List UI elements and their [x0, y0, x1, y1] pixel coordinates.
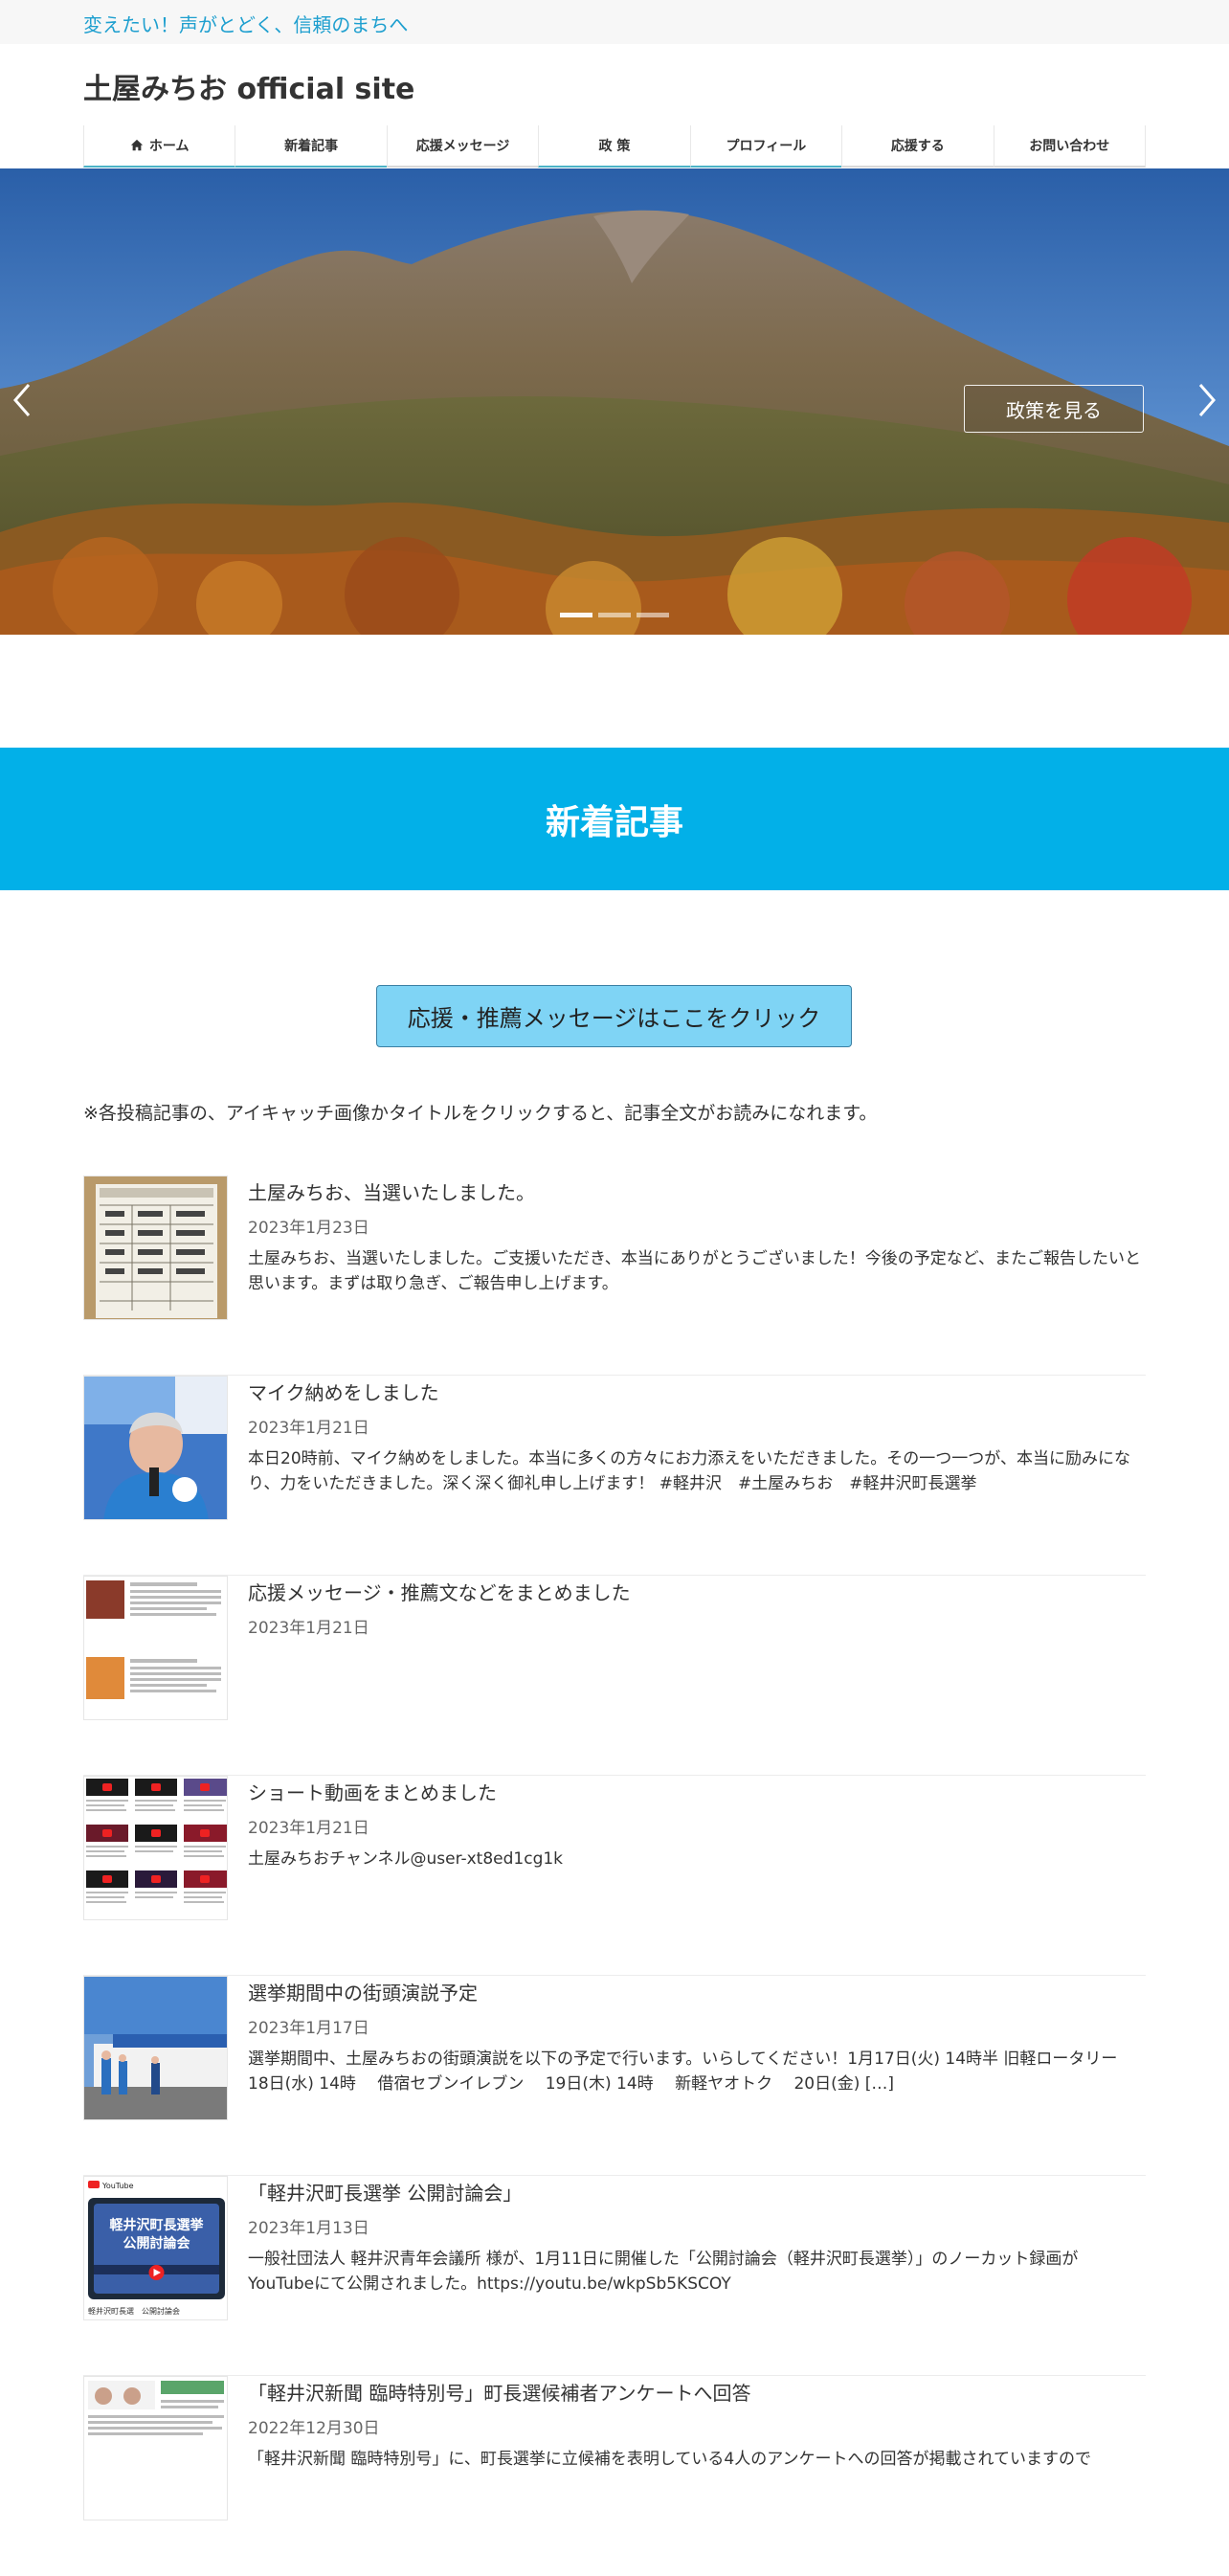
section-banner: 新着記事	[0, 748, 1229, 890]
post-excerpt: 本日20時前、マイク納めをしました。本当に多くの方々にお力添えをいただきました。…	[248, 1449, 1130, 1493]
post-item: YouTube 軽井沢町長選挙 公開討論会 軽井沢町長選 公開討論会 「軽井沢町…	[83, 2176, 1146, 2376]
nav-label: お問い合わせ	[1029, 139, 1110, 154]
nav-label: プロフィール	[726, 139, 807, 154]
post-title[interactable]: 「軽井沢町長選挙 公開討論会」	[248, 2178, 522, 2206]
post-date: 2023年1月21日	[248, 1819, 369, 1838]
main-nav: ホーム 新着記事 応援メッセージ 政 策 プロフィール 応援する お問い合わせ	[83, 125, 1146, 168]
youtube-debate-thumbnail: YouTube 軽井沢町長選挙 公開討論会 軽井沢町長選 公開討論会	[84, 2177, 227, 2319]
post-title[interactable]: マイク納めをしました	[248, 1378, 439, 1405]
post-item: 「軽井沢新聞 臨時特別号」町長選候補者アンケートへ回答 2022年12月30日 …	[83, 2376, 1146, 2576]
nav-label: 新着記事	[284, 139, 339, 154]
post-item: ショート動画をまとめました 2023年1月21日 土屋みちおチャンネル@user…	[83, 1776, 1146, 1976]
messages-collage-image	[84, 1577, 227, 1719]
nav-label: ホーム	[148, 139, 190, 154]
hero-policy-button[interactable]: 政策を見る	[964, 385, 1144, 433]
post-excerpt: 選挙期間中、土屋みちおの街頭演説を以下の予定で行います。いらしてください！1月1…	[248, 2050, 1139, 2094]
street-speech-photo	[84, 1977, 227, 2119]
post-title[interactable]: 応援メッセージ・推薦文などをまとめました	[248, 1578, 631, 1605]
slider-next-icon[interactable]	[1193, 381, 1221, 419]
thumb-caption: 軽井沢町長選 公開討論会	[88, 2306, 180, 2316]
short-videos-grid-image	[84, 1777, 227, 1919]
hero-slider[interactable]: 政策を見る	[0, 168, 1229, 635]
slider-dot[interactable]	[637, 613, 669, 617]
support-message-button[interactable]: 応援・推薦メッセージはここをクリック	[376, 985, 852, 1047]
top-bar: 変えたい！声がとどく、信頼のまちへ	[0, 0, 1229, 44]
post-title[interactable]: 選挙期間中の街頭演説予定	[248, 1978, 478, 2005]
nav-label: 応援メッセージ	[415, 139, 510, 154]
nav-item-profile[interactable]: プロフィール	[689, 125, 842, 168]
site-title[interactable]: 土屋みちお official site	[83, 65, 414, 107]
nav-item-news[interactable]: 新着記事	[235, 125, 387, 168]
thumb-slide-subtitle: 公開討論会	[123, 2235, 191, 2251]
slider-indicators	[560, 613, 669, 617]
results-board-image	[84, 1176, 227, 1319]
post-date: 2022年12月30日	[248, 2419, 380, 2438]
nav-item-messages[interactable]: 応援メッセージ	[386, 125, 539, 168]
post-date: 2023年1月17日	[248, 2019, 369, 2038]
nav-item-contact[interactable]: お問い合わせ	[993, 125, 1146, 168]
nav-label: 政 策	[598, 139, 631, 154]
slider-dot[interactable]	[598, 613, 631, 617]
youtube-icon	[88, 2181, 100, 2188]
post-item: 土屋みちお、当選いたしました。 2023年1月23日 土屋みちお、当選いたしまし…	[83, 1176, 1146, 1376]
thumb-slide-title: 軽井沢町長選挙	[110, 2217, 205, 2233]
post-thumbnail[interactable]	[83, 1576, 228, 1720]
home-icon	[130, 139, 144, 151]
section-title: 新着記事	[545, 802, 683, 842]
nav-label: 応援する	[890, 139, 945, 154]
slider-dot[interactable]	[560, 613, 592, 617]
slider-prev-icon[interactable]	[8, 381, 36, 419]
post-thumbnail[interactable]	[83, 1976, 228, 2120]
post-excerpt: 一般社団法人 軽井沢青年会議所 様が、1月11日に開催した「公開討論会（軽井沢町…	[248, 2250, 1079, 2294]
post-item: マイク納めをしました 2023年1月21日 本日20時前、マイク納めをしました。…	[83, 1376, 1146, 1576]
post-excerpt: 土屋みちおチャンネル@user-xt8ed1cg1k	[248, 1849, 564, 1869]
nav-item-home[interactable]: ホーム	[83, 125, 235, 168]
speech-photo	[84, 1377, 227, 1519]
post-excerpt: 土屋みちお、当選いたしました。ご支援いただき、本当にありがとうございました！今後…	[248, 1249, 1141, 1293]
post-date: 2023年1月23日	[248, 1219, 369, 1238]
post-thumbnail[interactable]: YouTube 軽井沢町長選挙 公開討論会 軽井沢町長選 公開討論会	[83, 2176, 228, 2320]
post-title[interactable]: 「軽井沢新聞 臨時特別号」町長選候補者アンケートへ回答	[248, 2378, 751, 2406]
post-title[interactable]: 土屋みちお、当選いたしました。	[248, 1177, 535, 1205]
post-item: 応援メッセージ・推薦文などをまとめました 2023年1月21日	[83, 1576, 1146, 1776]
nav-item-support[interactable]: 応援する	[841, 125, 994, 168]
post-thumbnail[interactable]	[83, 2376, 228, 2520]
post-thumbnail[interactable]	[83, 1376, 228, 1520]
post-thumbnail[interactable]	[83, 1176, 228, 1320]
post-title[interactable]: ショート動画をまとめました	[248, 1778, 497, 1805]
post-excerpt: 「軽井沢新聞 臨時特別号」に、町長選挙に立候補を表明している4人のアンケートへの…	[248, 2450, 1092, 2469]
instruction-note: ※各投稿記事の、アイキャッチ画像かタイトルをクリックすると、記事全文がお読みにな…	[83, 1103, 878, 1124]
post-date: 2023年1月21日	[248, 1619, 369, 1638]
nav-item-policy[interactable]: 政 策	[538, 125, 690, 168]
youtube-label: YouTube	[101, 2182, 134, 2190]
post-date: 2023年1月21日	[248, 1419, 369, 1438]
post-date: 2023年1月13日	[248, 2219, 369, 2238]
post-item: 選挙期間中の街頭演説予定 2023年1月17日 選挙期間中、土屋みちおの街頭演説…	[83, 1976, 1146, 2176]
newspaper-thumbnail	[84, 2377, 227, 2520]
site-tagline: 変えたい！声がとどく、信頼のまちへ	[83, 13, 409, 36]
post-thumbnail[interactable]	[83, 1776, 228, 1920]
